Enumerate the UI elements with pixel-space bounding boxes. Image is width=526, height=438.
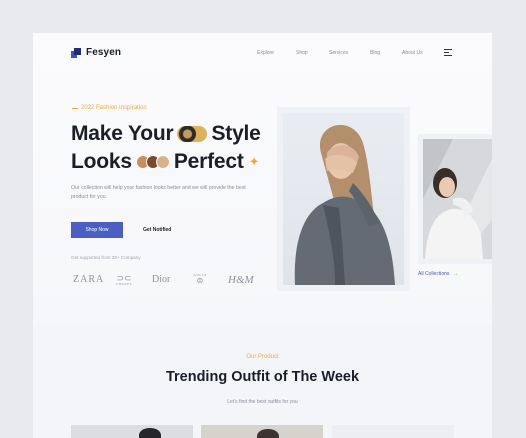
avatar (155, 155, 170, 169)
sparkle-icon: ✦ (248, 154, 260, 169)
brand-logo-dior: Dior (152, 274, 171, 285)
hero-eyebrow: 2022 Fashion Inspiration (72, 105, 147, 111)
hero-headline: Make Your Style Looks Perfect ✦ (71, 120, 261, 176)
chanel-cc-icon: ⊃⊂ (116, 273, 132, 283)
brand-logo-zara: ZARA (73, 274, 105, 285)
headline-part-2: Style (211, 122, 261, 145)
section-eyebrow: Our Product (246, 354, 279, 360)
brand-logo-chanel-text: CHANEL (115, 282, 133, 286)
product-card[interactable] (201, 425, 323, 438)
side-model-photo (423, 139, 492, 259)
nav-item-about-us[interactable]: About Us (402, 50, 423, 56)
hero-model-photo (283, 113, 404, 285)
landing-page-card: Fesyen Explore Shop Services Blog About … (33, 33, 492, 438)
section-subtitle: Let's find the best outfits for you (227, 399, 298, 405)
section-title: Trending Outfit of The Week (165, 369, 360, 385)
avatar-group (135, 155, 170, 169)
headline-part-3: Looks (71, 150, 132, 173)
sunglasses-image-pill (177, 126, 208, 142)
hero-eyebrow-text: 2022 Fashion Inspiration (81, 105, 147, 111)
nav-item-explore[interactable]: Explore (257, 50, 274, 56)
arrow-right-icon: → (453, 271, 459, 277)
eyebrow-dash (72, 107, 78, 109)
product-card[interactable] (71, 425, 193, 438)
product-card[interactable] (332, 425, 454, 438)
nav-item-shop[interactable]: Shop (296, 50, 308, 56)
headline-part-4: Perfect (173, 150, 244, 173)
all-collections-link[interactable]: All Collections → (418, 271, 458, 277)
shop-now-button[interactable]: Shop Now (71, 222, 123, 238)
nav-item-blog[interactable]: Blog (370, 50, 380, 56)
brands-label: Get supported from 28+ Company (71, 255, 141, 260)
nav-item-services[interactable]: Services (329, 50, 348, 56)
brand-logo-chanel: ⊃⊂ CHANEL (114, 273, 134, 287)
side-photo-illustration (423, 139, 492, 259)
menu-icon[interactable] (444, 49, 452, 57)
hero-description: Our collection will help your fashion lo… (71, 185, 246, 200)
all-collections-label: All Collections (418, 271, 450, 277)
get-notified-button[interactable]: Get Notified (143, 222, 171, 238)
gucci-gg-icon: ⊜ (196, 276, 204, 285)
brand-logo-hm: H&M (228, 274, 254, 286)
product-image (139, 428, 161, 438)
model-photo-illustration (294, 124, 395, 285)
main-nav: Explore Shop Services Blog About Us (33, 50, 492, 60)
headline-part-1: Make Your (71, 122, 174, 145)
product-image (257, 429, 279, 438)
brand-logo-gucci: GUCCI ⊜ (191, 273, 209, 285)
